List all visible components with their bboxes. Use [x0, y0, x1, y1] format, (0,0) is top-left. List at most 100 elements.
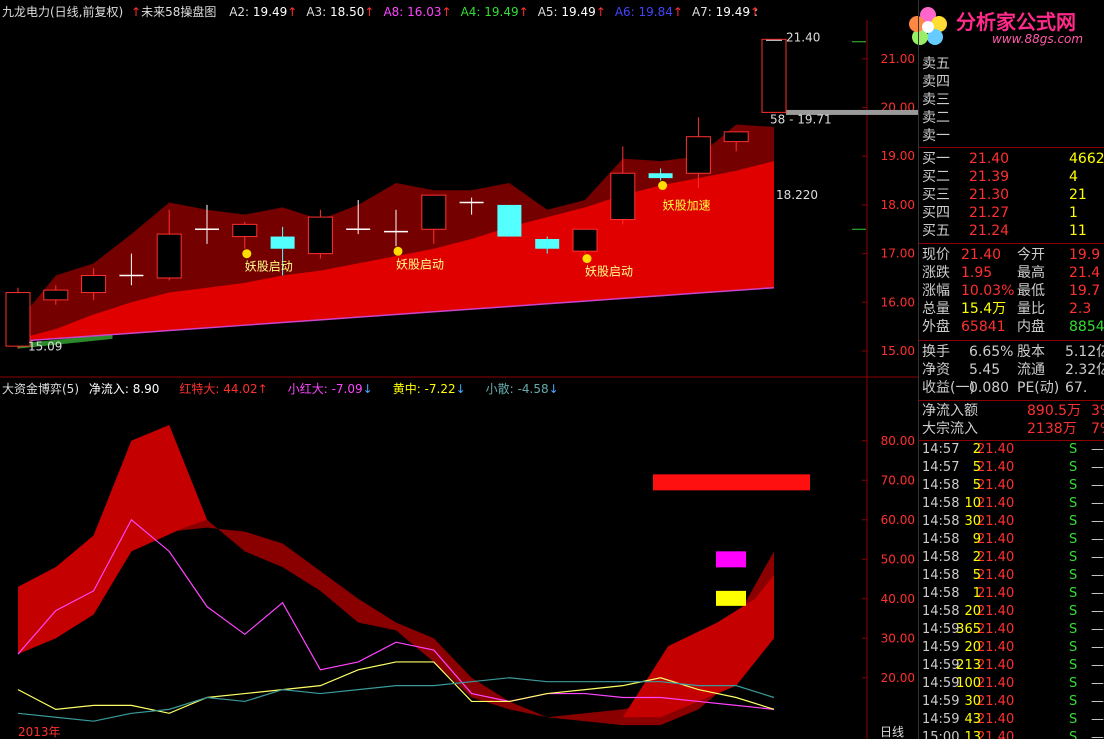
tick-time: 14:58: [922, 604, 960, 619]
tick-row[interactable]: 14:57 21.40 5 S —: [919, 459, 1104, 477]
bid-volume: 4: [1069, 169, 1078, 185]
candle-body-up[interactable]: [43, 289, 69, 301]
bid-row[interactable]: 买四 21.27 1: [919, 204, 1104, 222]
tick-row[interactable]: 14:59 21.40 30 S —: [919, 693, 1104, 711]
bid-label: 买一: [922, 151, 950, 167]
stat-row[interactable]: 涨跌 1.95 最高 21.4: [919, 264, 1104, 282]
ask-row[interactable]: 卖二: [919, 109, 1104, 127]
candle-body-up[interactable]: [232, 223, 258, 238]
ask-row[interactable]: 卖四: [919, 73, 1104, 91]
candle-body-down[interactable]: [648, 173, 673, 179]
candle-body-up[interactable]: [572, 228, 598, 252]
tick-side: S: [1069, 658, 1078, 673]
tick-row[interactable]: 14:58 21.40 2 S —: [919, 549, 1104, 567]
range-label: 58 - 19.71: [770, 113, 832, 127]
tick-row[interactable]: 14:59 21.40 100 S —: [919, 675, 1104, 693]
candle-body-up[interactable]: [761, 38, 787, 113]
ask-row[interactable]: 卖一: [919, 127, 1104, 145]
tick-row[interactable]: 14:59 21.40 213 S —: [919, 657, 1104, 675]
candle-body-up[interactable]: [421, 194, 447, 230]
bid-row[interactable]: 买三 21.30 21: [919, 186, 1104, 204]
price-y-tick-label: 17.00: [881, 247, 915, 261]
bid-price: 21.27: [969, 205, 1010, 221]
stat-row[interactable]: 现价 21.40 今开 19.9: [919, 246, 1104, 264]
tick-volume: 5: [972, 568, 981, 583]
stat-row[interactable]: 外盘 65841 内盘 8854: [919, 318, 1104, 336]
candle-body-up[interactable]: [307, 216, 333, 255]
bid-row[interactable]: 买五 21.24 11: [919, 222, 1104, 240]
tick-time: 14:59: [922, 640, 960, 655]
candle-body-up[interactable]: [610, 172, 636, 221]
x-axis-year-label: 2013年: [18, 725, 61, 739]
stat-value: 2.3: [1069, 301, 1092, 317]
tick-price: 21.40: [977, 694, 1015, 709]
tick-dash: —: [1091, 550, 1104, 565]
tick-row[interactable]: 14:59 21.40 20 S —: [919, 639, 1104, 657]
tick-volume: 20: [964, 640, 981, 655]
signal-dot: [582, 254, 592, 264]
tick-side: S: [1069, 568, 1078, 583]
launch-signal-label: 妖股启动: [245, 260, 293, 274]
tick-row[interactable]: 14:58 21.40 5 S —: [919, 477, 1104, 495]
accel-signal-label: 妖股加速: [663, 199, 711, 213]
ask-label: 卖三: [922, 92, 950, 108]
price-y-tick-label: 15.00: [881, 344, 915, 358]
bid-price: 21.30: [969, 187, 1010, 203]
tick-time: 14:57: [922, 460, 960, 475]
tick-row[interactable]: 14:59 21.40 365 S —: [919, 621, 1104, 639]
candle-body-up[interactable]: [723, 131, 749, 143]
flow-y-tick-label: 80.00: [881, 434, 915, 448]
tick-row[interactable]: 15:00 21.40 13 S —: [919, 729, 1104, 739]
stat-row[interactable]: 换手 6.65%股本 5.12亿: [919, 343, 1104, 361]
tick-side: S: [1069, 550, 1078, 565]
tick-row[interactable]: 14:57 21.40 2 S —: [919, 441, 1104, 459]
tick-side: S: [1069, 442, 1078, 457]
signal-dot: [658, 181, 668, 191]
bid-row[interactable]: 买一 21.40 4662: [919, 150, 1104, 168]
tick-time: 14:58: [922, 514, 960, 529]
candle-body-up[interactable]: [81, 275, 107, 294]
bid-label: 买四: [922, 205, 950, 221]
stat-row[interactable]: 净资 5.45 流通 2.32亿: [919, 361, 1104, 379]
tick-price: 21.40: [977, 730, 1015, 739]
stat-row[interactable]: 总量 15.4万 量比 2.3: [919, 300, 1104, 318]
ask-row[interactable]: 卖三: [919, 91, 1104, 109]
tick-price: 21.40: [977, 550, 1015, 565]
candle-body-up[interactable]: [156, 233, 182, 279]
candle-body-up[interactable]: [5, 292, 31, 347]
tick-row[interactable]: 14:58 21.40 20 S —: [919, 603, 1104, 621]
stat-value: 21.40: [961, 247, 1002, 263]
tick-row[interactable]: 14:58 21.40 5 S —: [919, 567, 1104, 585]
stat-value: 5.45: [969, 362, 1001, 378]
price-chart[interactable]: 15.0016.0017.0018.0019.0020.0021.00妖股启动妖…: [0, 0, 918, 378]
tick-row[interactable]: 14:58 21.40 30 S —: [919, 513, 1104, 531]
tick-row[interactable]: 14:58 21.40 9 S —: [919, 531, 1104, 549]
ask-row[interactable]: 卖五: [919, 55, 1104, 73]
tick-volume: 2: [972, 442, 981, 457]
candle-body-up[interactable]: [685, 136, 711, 174]
tick-dash: —: [1091, 460, 1104, 475]
tick-row[interactable]: 14:58 21.40 1 S —: [919, 585, 1104, 603]
stat-row[interactable]: 收益(一) 0.080 PE(动) 67.: [919, 379, 1104, 397]
stat-label: 最低: [1017, 283, 1045, 299]
candle-body-down[interactable]: [497, 204, 522, 237]
bid-row[interactable]: 买二 21.39 4: [919, 168, 1104, 186]
tick-row[interactable]: 14:59 21.40 43 S —: [919, 711, 1104, 729]
tick-time: 14:58: [922, 478, 960, 493]
band-value-label: 18.220: [776, 188, 818, 202]
bid-price: 21.39: [969, 169, 1010, 185]
flow-row[interactable]: 大宗流入 2138万 7%: [919, 420, 1104, 438]
tick-time: 14:59: [922, 658, 960, 673]
stat-label: 换手: [922, 344, 950, 360]
candle-body-down[interactable]: [535, 238, 560, 249]
tick-side: S: [1069, 712, 1078, 727]
stat-label: 总量: [922, 301, 950, 317]
panel-divider: [919, 147, 1104, 148]
tick-row[interactable]: 14:58 21.40 10 S —: [919, 495, 1104, 513]
flow-row[interactable]: 净流入额 890.5万 3%: [919, 402, 1104, 420]
money-flow-chart[interactable]: 20.00 30.00 40.00 50.00 60.00 70.00 80.00 2013年…: [0, 378, 918, 739]
tick-time: 14:58: [922, 568, 960, 583]
flow-label: 大宗流入: [922, 421, 978, 437]
stat-row[interactable]: 涨幅 10.03% 最低 19.7: [919, 282, 1104, 300]
candle-body-down[interactable]: [270, 236, 295, 249]
